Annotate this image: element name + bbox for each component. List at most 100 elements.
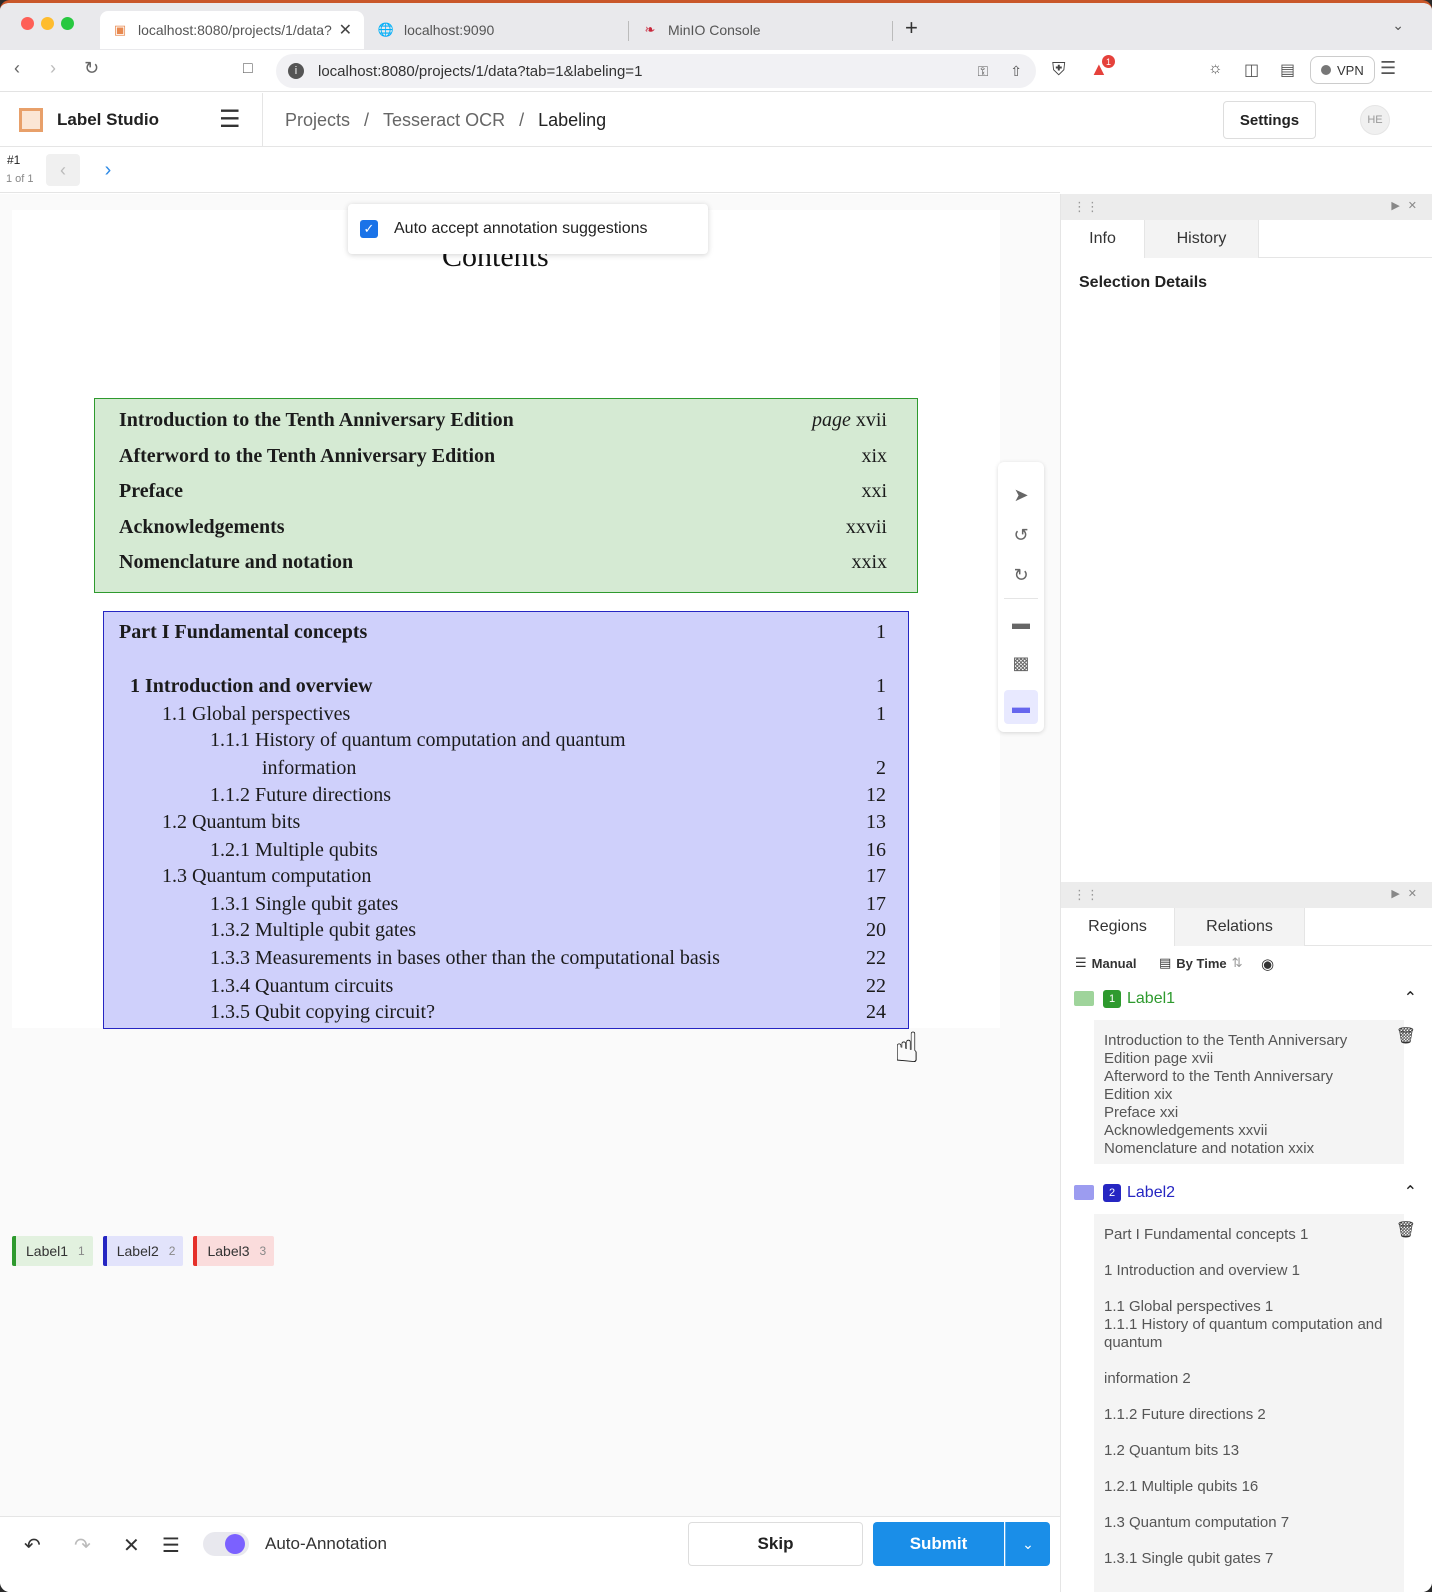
toc-page-prefix: page xyxy=(811,409,851,431)
region-group-label2[interactable]: 2 Label2 ⌃ xyxy=(1061,1178,1432,1208)
minimize-window-button[interactable] xyxy=(41,17,54,30)
bookmark-icon[interactable]: □ xyxy=(243,60,253,78)
region-label1[interactable]: Introduction to the Tenth Anniversary Ed… xyxy=(94,398,918,593)
trash-icon[interactable]: 🗑 xyxy=(1396,1026,1416,1046)
label-chip-label3[interactable]: Label3 3 xyxy=(193,1236,275,1266)
browser-tab-label-studio[interactable]: ▣ localhost:8080/projects/1/data? ✕ xyxy=(100,11,364,49)
select-tool-icon[interactable]: ➤ xyxy=(1004,478,1038,512)
share-icon[interactable]: ⇧ xyxy=(1010,63,1022,80)
auto-accept-checkbox[interactable]: ✓ xyxy=(360,220,378,238)
skip-button[interactable]: Skip xyxy=(688,1522,863,1566)
tab-info[interactable]: Info xyxy=(1061,220,1145,258)
rectangle-tool-icon[interactable]: ▬ xyxy=(1004,606,1038,640)
close-tab-icon[interactable]: ✕ xyxy=(339,20,352,40)
label-chip-label2[interactable]: Label2 2 xyxy=(102,1236,184,1266)
forward-icon[interactable]: › xyxy=(50,58,56,79)
close-window-button[interactable] xyxy=(21,17,34,30)
trash-icon[interactable]: 🗑 xyxy=(1396,1220,1416,1240)
auto-detect-rectangle-icon[interactable]: ▬ xyxy=(1004,690,1038,724)
app-header: Label Studio ☰ Projects / Tesseract OCR … xyxy=(0,93,1432,147)
polygon-tool-icon[interactable]: ▩ xyxy=(1004,646,1038,680)
label-name: Label1 xyxy=(26,1243,69,1259)
panel-controls-icon[interactable]: ▶✕ xyxy=(1391,199,1425,212)
region-type-icon xyxy=(1074,1185,1094,1200)
key-icon[interactable]: ⚿ xyxy=(978,63,989,80)
region-text-line: 1.3 Quantum computation 7 xyxy=(1104,1514,1290,1531)
browser-tab-minio[interactable]: ❧ MinIO Console xyxy=(630,11,892,49)
submit-dropdown-chevron-icon[interactable]: ⌄ xyxy=(1005,1522,1050,1566)
info-panel-handle[interactable]: ⋮⋮ ▶✕ xyxy=(1061,194,1432,220)
vpn-button[interactable]: VPN xyxy=(1310,56,1375,84)
breadcrumb-separator: / xyxy=(519,110,525,130)
rotate-left-icon[interactable]: ↺ xyxy=(1004,518,1038,552)
tab-list-chevron-icon[interactable]: ⌄ xyxy=(1392,17,1404,34)
toc-page: 1 xyxy=(876,703,886,725)
address-bar[interactable]: i localhost:8080/projects/1/data?tab=1&l… xyxy=(276,54,1036,88)
back-icon[interactable]: ‹ xyxy=(14,58,20,79)
toc-page: 16 xyxy=(866,839,886,861)
label-hotkey: 2 xyxy=(168,1244,176,1258)
maximize-window-button[interactable] xyxy=(61,17,74,30)
drag-handle-icon[interactable]: ⋮⋮ xyxy=(1073,887,1099,903)
manual-label: Manual xyxy=(1091,955,1137,971)
regions-panel-handle[interactable]: ⋮⋮ ▶✕ xyxy=(1061,882,1432,908)
settings-sliders-icon[interactable]: ☰ xyxy=(162,1533,180,1558)
label-chip-label1[interactable]: Label1 1 xyxy=(12,1236,93,1266)
browser-toolbar: ‹ › ↻ □ i localhost:8080/projects/1/data… xyxy=(0,50,1432,92)
toc-page: 17 xyxy=(866,865,886,887)
submit-button[interactable]: Submit xyxy=(873,1522,1004,1566)
tab-regions[interactable]: Regions xyxy=(1061,908,1175,946)
toc-title: Nomenclature and notation xyxy=(119,551,354,573)
previous-task-button[interactable]: ‹ xyxy=(46,154,80,186)
browser-menu-icon[interactable]: ☰ xyxy=(1380,58,1396,79)
toc-page: 22 xyxy=(866,947,886,969)
sidebar-icon[interactable]: ◫ xyxy=(1244,60,1259,80)
auto-annotation-toggle[interactable] xyxy=(203,1532,249,1556)
breadcrumb-projects[interactable]: Projects xyxy=(285,110,350,131)
reload-icon[interactable]: ↻ xyxy=(84,58,99,79)
info-tabs: Info History xyxy=(1061,220,1432,258)
vpn-label: VPN xyxy=(1337,62,1364,78)
region-text-label1[interactable]: Introduction to the Tenth Anniversary Ed… xyxy=(1094,1020,1404,1164)
collapse-chevron-icon[interactable]: ⌃ xyxy=(1404,988,1417,1008)
site-info-icon[interactable]: i xyxy=(288,63,304,79)
collapse-chevron-icon[interactable]: ⌃ xyxy=(1404,1182,1417,1202)
settings-button[interactable]: Settings xyxy=(1223,101,1316,139)
region-group-label1[interactable]: 1 Label1 ⌃ xyxy=(1061,984,1432,1014)
toc-page: xix xyxy=(861,445,887,467)
visibility-eye-icon[interactable]: ◉ xyxy=(1261,955,1274,973)
panel-controls-icon[interactable]: ▶✕ xyxy=(1391,887,1425,900)
extensions-icon[interactable]: ☼ xyxy=(1208,60,1223,78)
manual-order-control[interactable]: ☰ Manual xyxy=(1075,955,1136,971)
tab-title: localhost:8080/projects/1/data? xyxy=(138,22,332,38)
toc-page: 2 xyxy=(876,757,886,779)
next-task-button[interactable]: › xyxy=(96,154,120,186)
tab-relations[interactable]: Relations xyxy=(1175,908,1305,946)
region-text-line: 1.3.1 Single qubit gates 7 xyxy=(1104,1550,1274,1567)
region-label2[interactable]: Part I Fundamental concepts 1 1 Introduc… xyxy=(103,611,909,1029)
region-text-line: Edition page xvii xyxy=(1104,1050,1214,1067)
reset-icon[interactable]: ✕ xyxy=(123,1533,140,1558)
avatar[interactable]: HE xyxy=(1360,105,1390,135)
auto-accept-toggle[interactable]: ✓ Auto accept annotation suggestions xyxy=(348,204,708,254)
rotate-right-icon[interactable]: ↻ xyxy=(1004,558,1038,592)
label-studio-logo-icon xyxy=(19,108,43,132)
redo-icon[interactable]: ↷ xyxy=(74,1533,91,1558)
new-tab-button[interactable]: + xyxy=(905,15,918,41)
region-text-label2[interactable]: Part I Fundamental concepts 1 1 Introduc… xyxy=(1094,1214,1404,1592)
sort-by-time-control[interactable]: ▤ By Time ⇅ xyxy=(1159,955,1243,971)
undo-icon[interactable]: ↶ xyxy=(24,1533,41,1558)
brave-shield-icon[interactable]: ⛨ xyxy=(1052,59,1066,80)
hamburger-menu-icon[interactable]: ☰ xyxy=(219,105,241,134)
toc-title: 1.1 Global perspectives xyxy=(162,703,351,725)
drag-handle-icon[interactable]: ⋮⋮ xyxy=(1073,199,1099,215)
breadcrumb-project[interactable]: Tesseract OCR xyxy=(383,110,505,131)
wallet-icon[interactable]: ▤ xyxy=(1280,60,1295,80)
tab-history[interactable]: History xyxy=(1145,220,1259,258)
toc-title: 1.2.1 Multiple qubits xyxy=(210,839,378,861)
toc-title: Preface xyxy=(119,480,184,502)
region-label-name: Label2 xyxy=(1127,1184,1176,1201)
browser-tab-localhost-9090[interactable]: 🌐 localhost:9090 xyxy=(366,11,626,49)
toc-title: 1.1.1 History of quantum computation and… xyxy=(210,729,626,751)
regions-tabs: Regions Relations xyxy=(1061,908,1432,946)
